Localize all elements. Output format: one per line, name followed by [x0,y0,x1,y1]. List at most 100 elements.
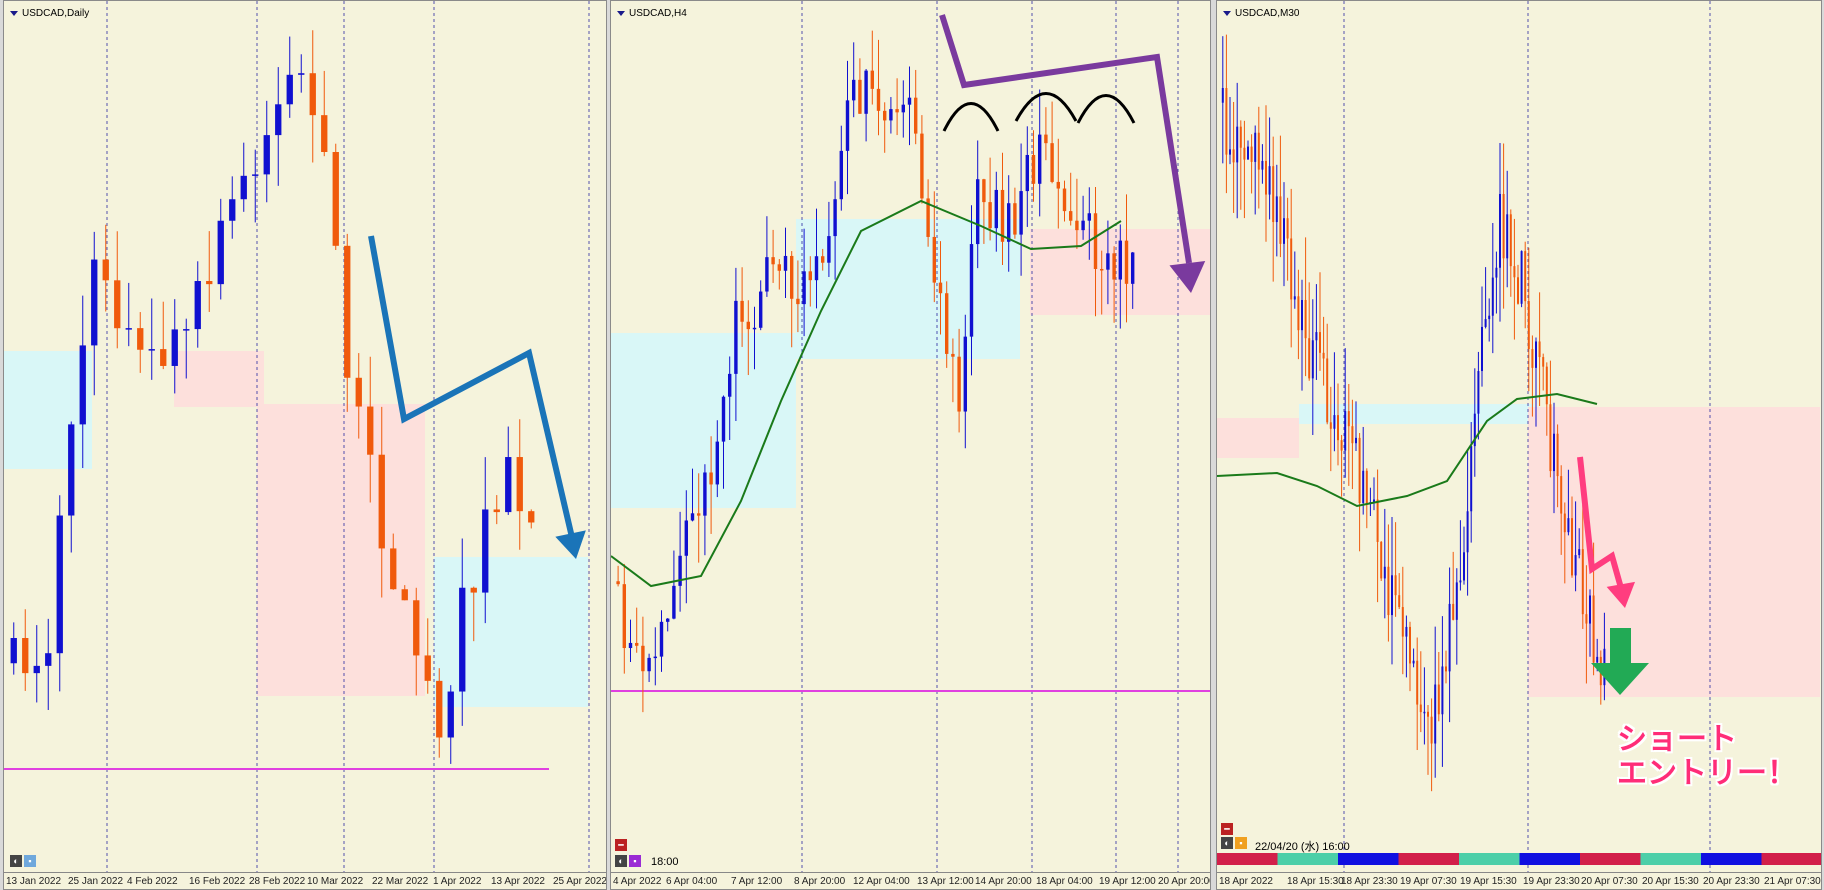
chart-panel-h4[interactable]: USDCAD,H4 ━ ◐ ▪ 18:00 4 Apr 2022 6 Apr 04… [610,0,1211,890]
candle-bear [1524,251,1527,302]
settings-icon[interactable]: ▪ [24,855,36,867]
candle-bear [1542,357,1545,367]
candle-bull [851,79,856,101]
candle-bull [715,441,720,485]
time-axis: 18 Apr 2022 18 Apr 15:30 18 Apr 23:30 19 Ap… [1217,872,1821,889]
candle-bull [969,244,974,337]
candle-bear [493,509,500,513]
candle-bear [616,581,620,585]
annotation-line-1: ショート [1617,722,1737,757]
candle-bull [963,336,968,412]
indicator-icon[interactable]: ▪ [629,855,641,867]
candle-bear [1225,88,1228,155]
time-tick-label: 18 Apr 15:30 [1287,876,1344,887]
candle-bull [1362,470,1365,504]
time-tick-label: 25 Jan 2022 [68,876,124,887]
candle-bull [1574,555,1577,576]
candle-bear [913,97,918,134]
candle-bear [1337,415,1339,441]
close-trade-icon[interactable]: ━ [615,839,627,851]
candle-bull [827,236,831,263]
candle-bull [275,104,282,136]
session-bar-segment [1338,853,1399,865]
candle-bear [1502,193,1505,259]
candle-bear [413,600,420,656]
candle-bull [1087,213,1092,221]
candle-bull [1470,446,1473,512]
h4-chart-svg[interactable] [611,1,1211,875]
candle-bear [796,298,800,305]
candle-bull [1412,660,1415,664]
candle-bull [1311,340,1314,379]
time-tick-label: 22 Mar 2022 [372,876,429,887]
candle-bull [1423,711,1426,714]
candle-bull [1383,566,1386,579]
time-label: 22/04/20 (水) 16:00 [1255,841,1350,853]
candle-bear [808,271,813,281]
indicator-icon[interactable]: ▪ [1235,837,1247,849]
candle-bear [1430,716,1433,744]
candle-bull [839,150,844,200]
session-bar-segment [1217,853,1278,865]
time-tick-label: 18 Apr 04:00 [1036,876,1093,887]
candle-bear [789,255,794,299]
crosshair-icon[interactable]: ◐ [615,855,627,867]
candle-bull [1283,218,1285,244]
candle-bull [45,653,52,666]
candle-bear [1329,422,1332,429]
candle-bear [1068,211,1073,221]
candle-bull [727,373,732,397]
candle-bear [1545,366,1548,405]
candle-bear [1509,214,1512,267]
candle-bull [447,691,454,738]
candle-bear [1340,440,1343,451]
time-axis: 4 Apr 2022 6 Apr 04:00 7 Apr 12:00 8 Apr 20… [611,872,1210,889]
candle-bull [734,300,738,374]
candle-bear [1250,146,1253,162]
candle-bear [206,281,213,285]
candle-bull [1315,332,1318,341]
candle-bull [765,257,769,292]
candle-bull [1488,315,1491,320]
session-bar-segment [1459,853,1520,865]
candle-bear [1232,149,1235,163]
candle-bear [1531,349,1534,368]
candle-bear [1326,358,1329,423]
crosshair-icon[interactable]: ◐ [10,855,22,867]
candle-bear [1556,433,1559,477]
time-tick-label: 18 Apr 23:30 [1341,876,1398,887]
candle-bear [137,328,144,350]
candle-bull [252,174,259,176]
session-bar-segment [1640,853,1701,865]
candle-bull [1221,88,1224,103]
candle-bear [957,356,961,412]
candle-bull [889,109,893,121]
candle-bear [1560,476,1563,514]
candle-bull [647,657,651,672]
candle-bull [1553,433,1555,472]
candle-bull [482,509,489,593]
time-tick-label: 18 Apr 2022 [1219,876,1273,887]
time-tick-label: 19 Apr 15:30 [1460,876,1517,887]
candle-bull [1019,191,1023,235]
close-trade-icon[interactable]: ━ [1221,823,1233,835]
candle-bear [1452,603,1455,620]
candle-bear [882,110,887,121]
chart-title: USDCAD,M30 [1223,8,1299,19]
candle-bear [528,511,535,523]
candle-bull [1495,267,1498,278]
candle-bull [1268,166,1271,195]
candle-bull [1578,549,1581,556]
daily-chart-svg[interactable] [4,1,607,875]
candle-bear [1416,660,1419,705]
candle-bear [1297,296,1300,331]
chart-panel-m30[interactable]: USDCAD,M30 ━ ◐ ▪ 22/04/20 (水) 16:00 ショート… [1216,0,1822,890]
candle-bull [1236,126,1239,163]
candle-bear [309,73,316,116]
candle-bear [951,353,955,357]
candle-bear [988,202,992,229]
candle-bear [1401,607,1404,637]
candle-bull [1261,160,1264,170]
crosshair-icon[interactable]: ◐ [1221,837,1233,849]
chart-panel-daily[interactable]: USDCAD,Daily ◐ ▪ 13 Jan 2022 25 Jan 2022 4… [3,0,607,890]
